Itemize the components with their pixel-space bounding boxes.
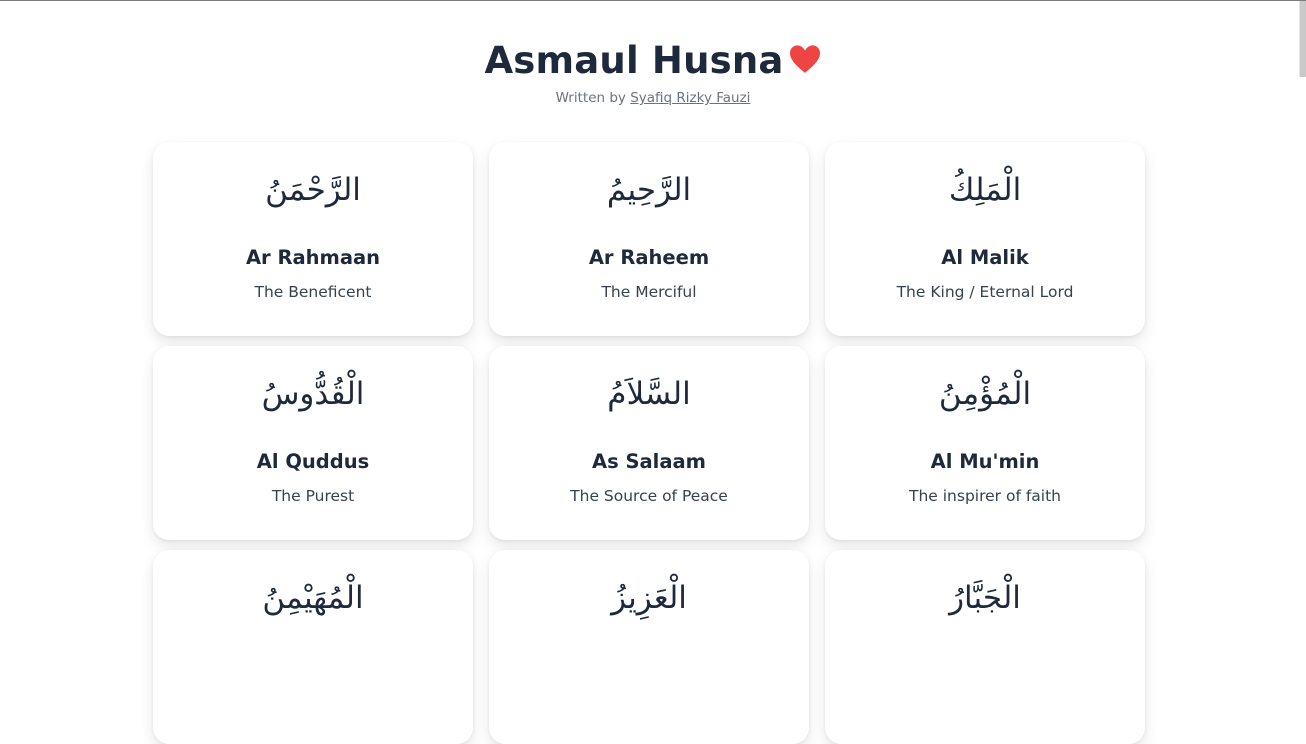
arabic-name: الْجَبَّارُ [949, 580, 1021, 616]
name-meaning: The King / Eternal Lord [896, 283, 1074, 301]
name-card: الرَّحْمَنُ Ar Rahmaan The Beneficent [153, 142, 473, 336]
byline: Written by Syafiq Rizky Fauzi [0, 90, 1306, 106]
page-title: Asmaul Husna [0, 38, 1306, 84]
name-card: السَّلاَمُ As Salaam The Source of Peace [489, 346, 809, 540]
latin-name: Ar Raheem [588, 246, 710, 269]
latin-name: Ar Rahmaan [245, 246, 381, 269]
names-grid: الرَّحْمَنُ Ar Rahmaan The Beneficent ال… [153, 142, 1145, 744]
arabic-name: الرَّحْمَنُ [265, 172, 361, 208]
name-meaning: The inspirer of faith [908, 487, 1061, 505]
name-meaning: The Beneficent [254, 283, 372, 301]
arabic-name: الرَّحِيمُ [606, 172, 692, 208]
window-top-border [0, 0, 1306, 1]
arabic-name: الْمُهَيْمِنُ [262, 580, 364, 616]
page-title-text: Asmaul Husna [484, 39, 784, 82]
name-meaning: The Purest [271, 487, 355, 505]
latin-name: Al Mu'min [930, 450, 1040, 473]
arabic-name: الْعَزِيزُ [611, 580, 687, 616]
author-link[interactable]: Syafiq Rizky Fauzi [630, 90, 750, 106]
name-card: الرَّحِيمُ Ar Raheem The Merciful [489, 142, 809, 336]
name-card: الْمُهَيْمِنُ [153, 550, 473, 744]
name-card: الْمَلِكُ Al Malik The King / Eternal Lo… [825, 142, 1145, 336]
arabic-name: الْمَلِكُ [948, 172, 1022, 208]
heart-icon [789, 45, 820, 73]
arabic-name: الْقُدُّوسُ [261, 376, 365, 412]
latin-name: Al Malik [941, 246, 1029, 269]
name-meaning: The Merciful [601, 283, 697, 301]
latin-name: As Salaam [591, 450, 706, 473]
name-meaning: The Source of Peace [570, 487, 728, 505]
byline-prefix: Written by [555, 90, 626, 106]
name-card: الْعَزِيزُ [489, 550, 809, 744]
arabic-name: الْمُؤْمِنُ [938, 376, 1032, 412]
name-card: الْقُدُّوسُ Al Quddus The Purest [153, 346, 473, 540]
arabic-name: السَّلاَمُ [607, 376, 691, 412]
page-header: Asmaul Husna Written by Syafiq Rizky Fau… [0, 38, 1306, 106]
latin-name: Al Quddus [256, 450, 370, 473]
name-card: الْمُؤْمِنُ Al Mu'min The inspirer of fa… [825, 346, 1145, 540]
name-card: الْجَبَّارُ [825, 550, 1145, 744]
